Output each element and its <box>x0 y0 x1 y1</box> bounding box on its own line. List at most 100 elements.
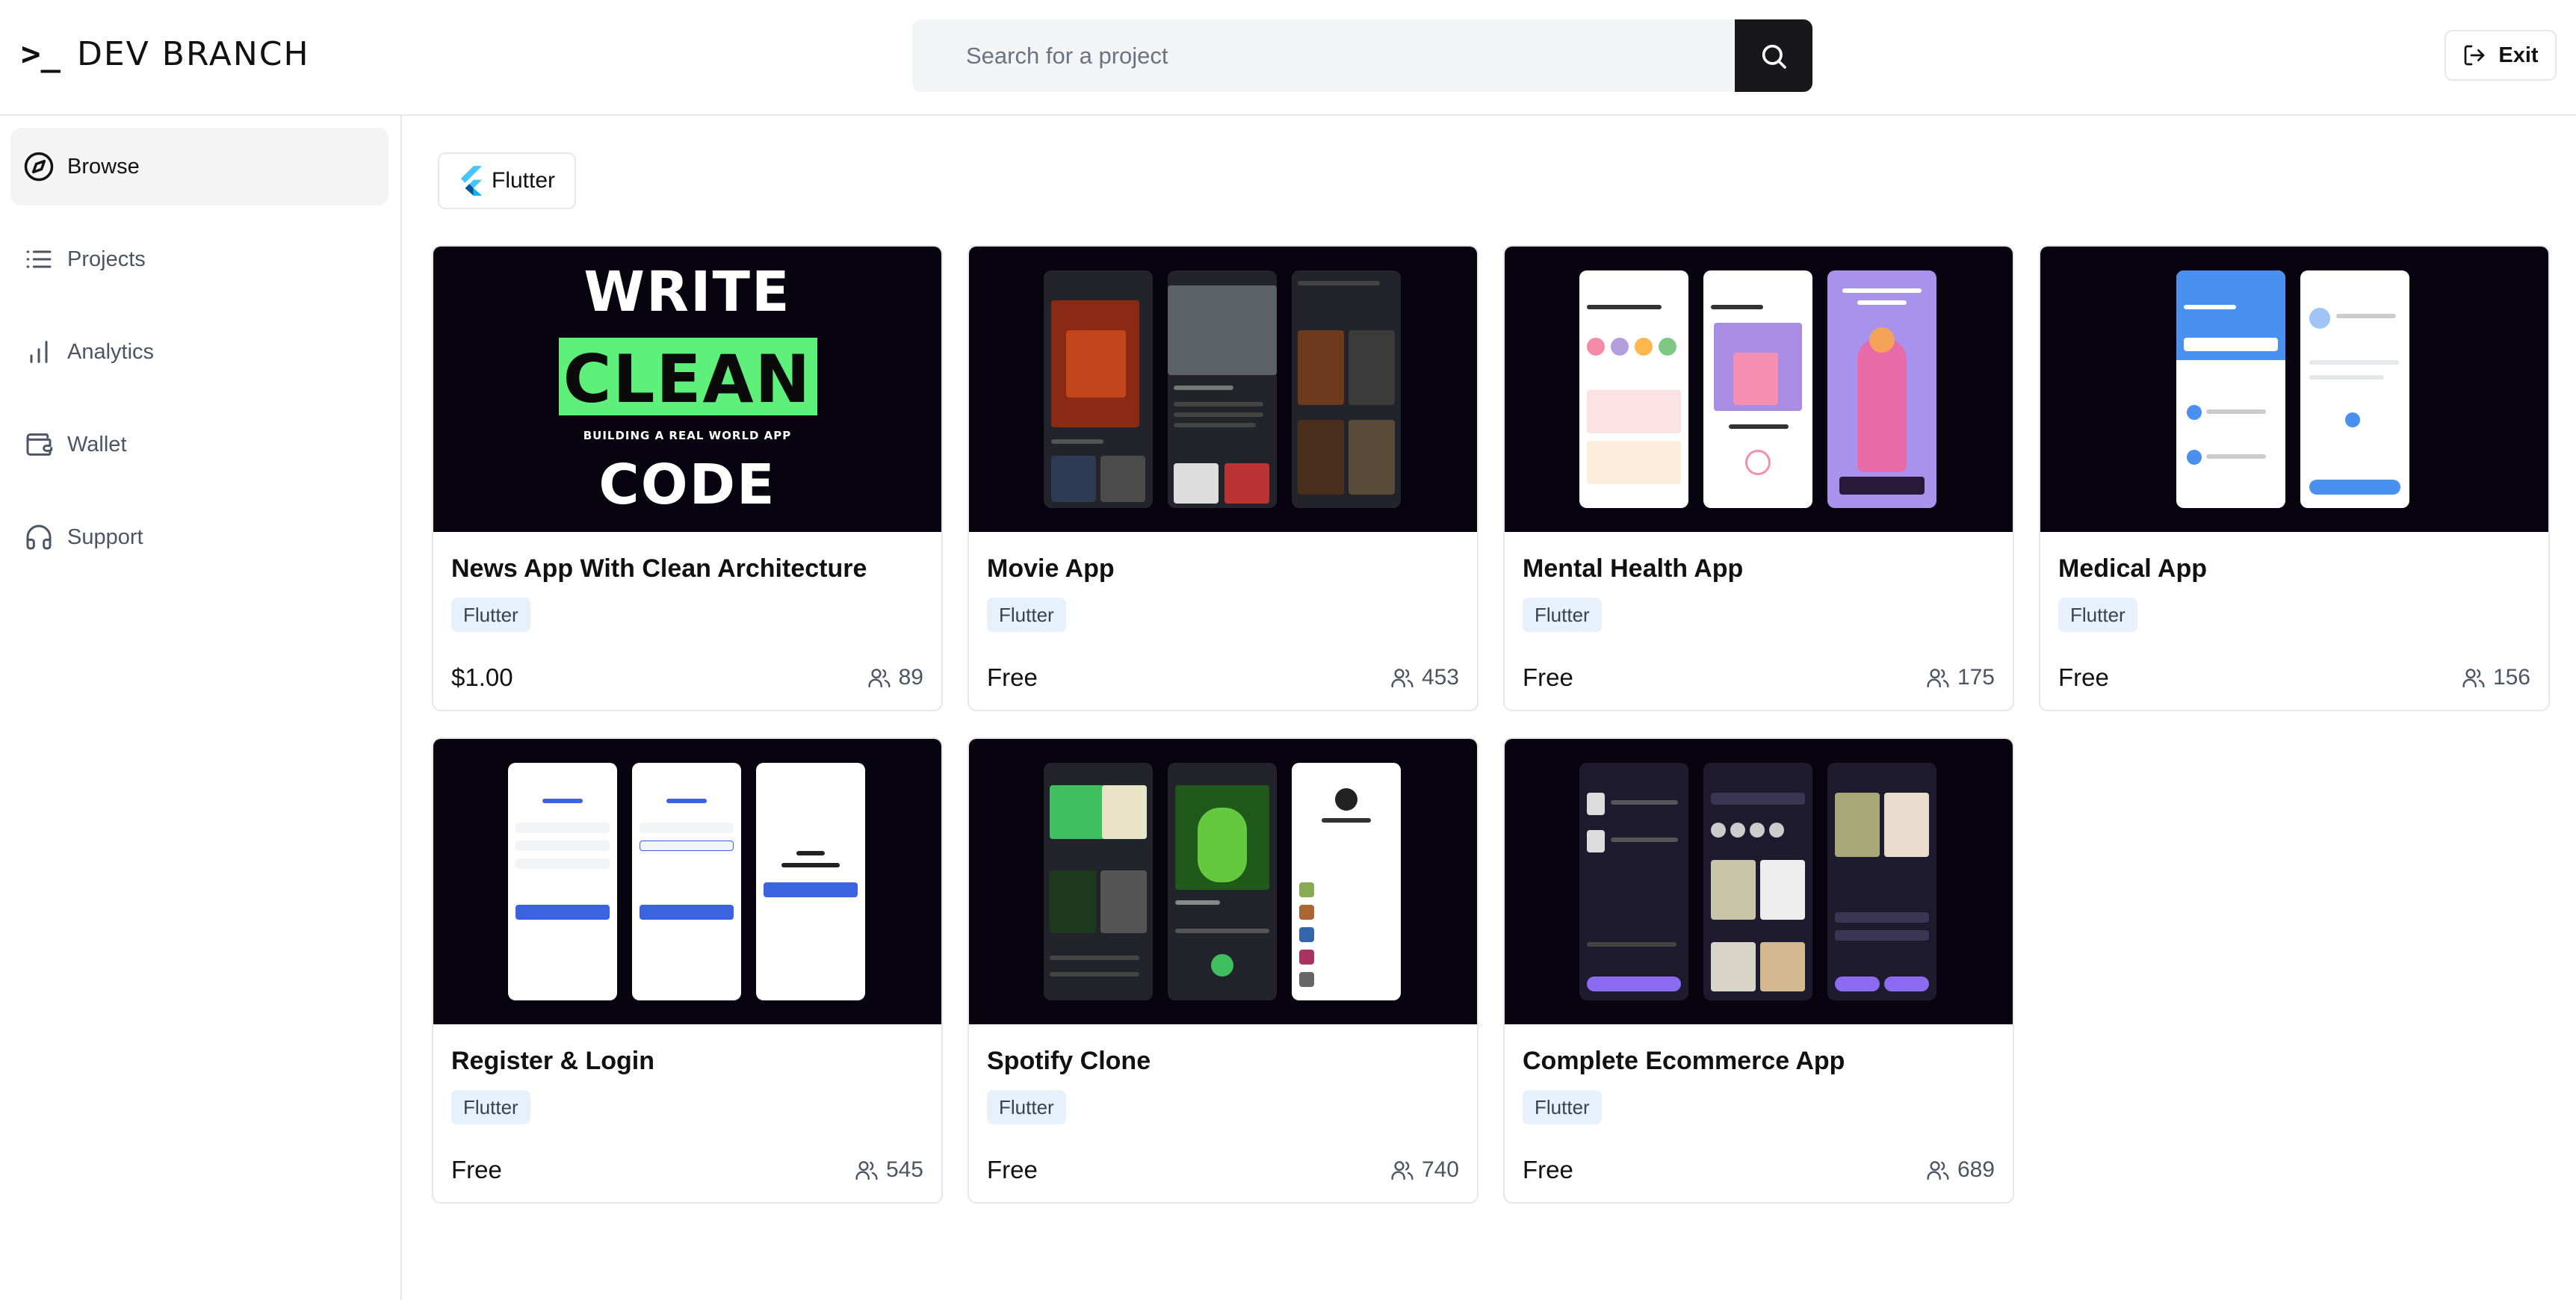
thumb-code-text: CODE <box>598 453 776 517</box>
thumb-phone-screen <box>1292 270 1401 508</box>
thumb-phone-screen <box>1044 270 1153 508</box>
framework-tag: Flutter <box>1523 1090 1602 1124</box>
compass-icon <box>22 150 55 183</box>
sidebar-item-label: Support <box>67 524 143 549</box>
sidebar-item-label: Browse <box>67 154 140 179</box>
project-thumbnail: WRITE CLEAN BUILDING A REAL WORLD APP CO… <box>433 247 941 532</box>
project-card-ecommerce-app[interactable]: Complete Ecommerce App Flutter Free 689 <box>1503 737 2014 1204</box>
project-title: Movie App <box>987 554 1115 583</box>
project-card-mental-health-app[interactable]: Mental Health App Flutter Free 175 <box>1503 245 2014 711</box>
project-title: Complete Ecommerce App <box>1523 1047 1845 1075</box>
framework-tag: Flutter <box>451 598 530 632</box>
project-thumbnail <box>969 739 1477 1024</box>
project-title: Spotify Clone <box>987 1047 1151 1075</box>
flutter-filter-chip[interactable]: Flutter <box>438 152 576 209</box>
framework-tag: Flutter <box>987 598 1066 632</box>
users-icon <box>1391 669 1414 688</box>
project-card-register-login[interactable]: Register & Login Flutter Free 545 <box>432 737 943 1204</box>
sidebar-item-support[interactable]: Support <box>10 498 388 576</box>
users-icon <box>1927 1161 1949 1180</box>
users-icon <box>2462 669 2485 688</box>
users-icon <box>868 669 891 688</box>
project-price: Free <box>987 1156 1038 1183</box>
exit-button[interactable]: Exit <box>2445 30 2557 81</box>
project-thumbnail <box>969 247 1477 532</box>
thumb-phone-screen <box>1703 270 1812 508</box>
enrolled-users: 689 <box>1926 1157 1995 1183</box>
enrolled-users: 175 <box>1926 665 1995 690</box>
thumb-phone-screen <box>632 763 741 1000</box>
thumb-phone-screen <box>1703 763 1812 1000</box>
sidebar-item-analytics[interactable]: Analytics <box>10 313 388 391</box>
project-thumbnail <box>1505 247 2013 532</box>
exit-label: Exit <box>2498 43 2539 67</box>
filter-label: Flutter <box>492 168 556 193</box>
thumb-phone-screen <box>1168 763 1277 1000</box>
project-card-spotify-clone[interactable]: Spotify Clone Flutter Free 740 <box>967 737 1479 1204</box>
thumb-clean-text: CLEAN <box>563 341 812 418</box>
users-count: 689 <box>1957 1157 1995 1182</box>
framework-tag: Flutter <box>2058 598 2137 632</box>
sidebar-item-wallet[interactable]: Wallet <box>10 406 388 483</box>
project-price: Free <box>2058 663 2109 691</box>
users-icon <box>855 1161 878 1180</box>
thumb-phone-screen <box>756 763 865 1000</box>
thumb-phone-screen <box>1827 763 1936 1000</box>
enrolled-users: 156 <box>2462 665 2530 690</box>
wallet-icon <box>22 428 55 461</box>
enrolled-users: 89 <box>867 665 923 690</box>
project-title: News App With Clean Architecture <box>451 554 867 583</box>
enrolled-users: 545 <box>855 1157 923 1183</box>
enrolled-users: 453 <box>1390 665 1459 690</box>
thumb-write-text: WRITE <box>583 260 791 324</box>
headset-icon <box>22 521 55 554</box>
search-button[interactable] <box>1735 19 1812 92</box>
project-price: $1.00 <box>451 663 513 691</box>
logo-text: DEV BRANCH <box>76 34 310 73</box>
enrolled-users: 740 <box>1390 1157 1459 1183</box>
project-thumbnail <box>433 739 941 1024</box>
project-card-movie-app[interactable]: Movie App Flutter Free 453 <box>967 245 1479 711</box>
users-icon <box>1391 1161 1414 1180</box>
logout-icon <box>2465 45 2485 66</box>
thumb-phone-screen <box>1044 763 1153 1000</box>
bar-chart-icon <box>22 335 55 368</box>
project-thumbnail <box>2040 247 2548 532</box>
framework-tag: Flutter <box>1523 598 1602 632</box>
project-title: Medical App <box>2058 554 2207 583</box>
project-price: Free <box>987 663 1038 691</box>
thumb-phone-screen <box>1292 763 1401 1000</box>
logo[interactable]: >_ DEV BRANCH <box>21 33 310 75</box>
thumb-phone-screen <box>508 763 617 1000</box>
users-count: 156 <box>2492 665 2530 690</box>
project-title: Mental Health App <box>1523 554 1744 583</box>
top-header: >_ DEV BRANCH Exit <box>0 0 2576 116</box>
project-price: Free <box>451 1156 502 1183</box>
sidebar-item-projects[interactable]: Projects <box>10 220 388 298</box>
sidebar-item-label: Projects <box>67 247 146 271</box>
thumb-phone-screen <box>1579 763 1688 1000</box>
search-input[interactable] <box>912 19 1734 92</box>
thumb-subtitle-text: BUILDING A REAL WORLD APP <box>583 429 792 442</box>
search-bar <box>912 19 1812 92</box>
thumb-phone-screen <box>1579 270 1688 508</box>
users-count: 545 <box>885 1157 923 1182</box>
sidebar-item-label: Wallet <box>67 432 127 456</box>
project-thumbnail <box>1505 739 2013 1024</box>
sidebar: Browse Projects Analytics Wallet Support <box>0 116 402 1300</box>
project-card-medical-app[interactable]: Medical App Flutter Free 156 <box>2039 245 2550 711</box>
thumb-phone-screen <box>1827 270 1936 508</box>
terminal-prompt-icon: >_ <box>21 34 61 73</box>
flutter-logo-icon <box>460 166 483 196</box>
thumb-phone-screen <box>2300 270 2409 508</box>
thumb-phone-screen <box>2176 270 2285 508</box>
thumb-phone-screen <box>1168 270 1277 508</box>
search-icon <box>1762 44 1786 69</box>
project-price: Free <box>1523 1156 1573 1183</box>
users-count: 453 <box>1421 665 1459 690</box>
sidebar-item-browse[interactable]: Browse <box>10 128 388 205</box>
project-title: Register & Login <box>451 1047 655 1075</box>
users-icon <box>1927 669 1949 688</box>
project-card-news-app[interactable]: WRITE CLEAN BUILDING A REAL WORLD APP CO… <box>432 245 943 711</box>
framework-tag: Flutter <box>987 1090 1066 1124</box>
